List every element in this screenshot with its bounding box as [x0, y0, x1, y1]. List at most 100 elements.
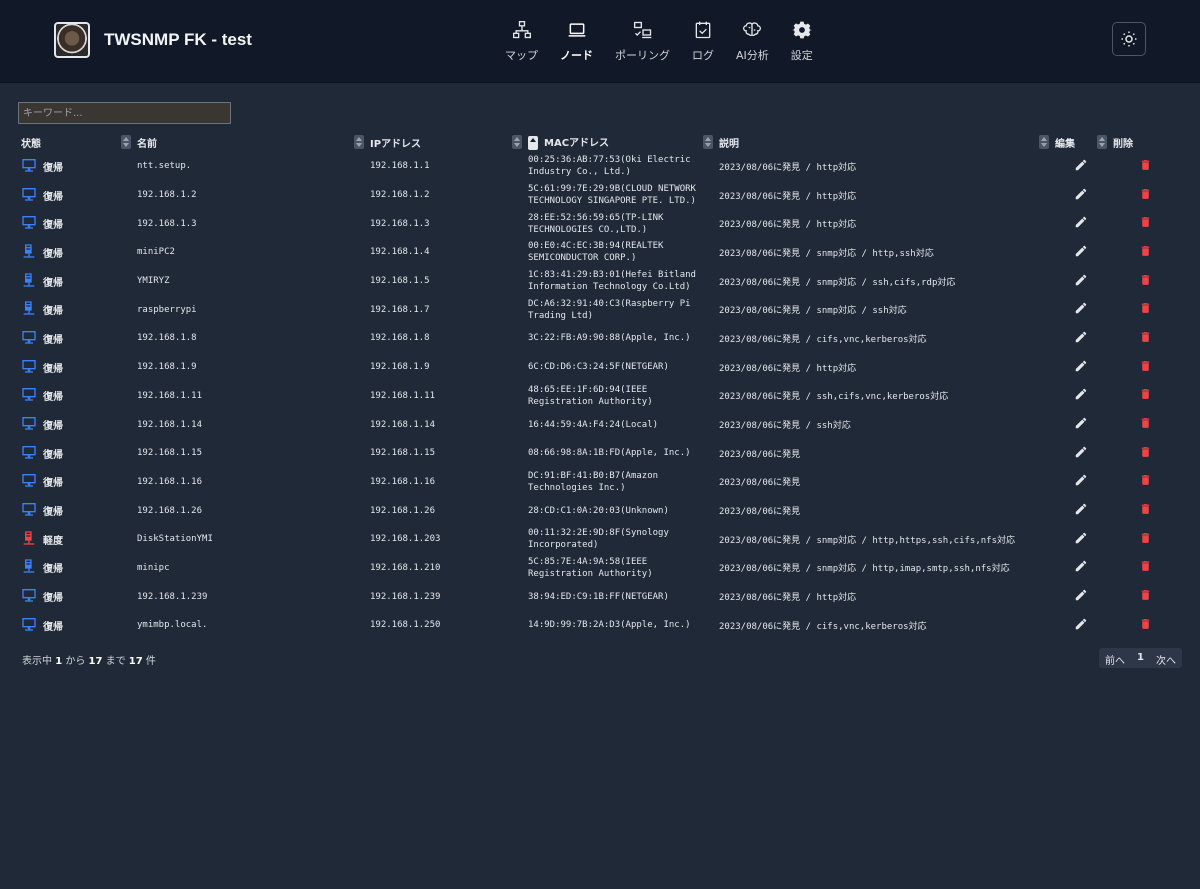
table-row[interactable]: 復帰 192.168.1.9 192.168.1.9 6C:CD:D6:C3:24:5… [18, 353, 1180, 382]
col-header-descr[interactable]: 説明 [716, 132, 1052, 152]
table-row[interactable]: 復帰 192.168.1.15 192.168.1.15 08:66:98:8A:1B… [18, 439, 1180, 468]
desktop-icon [21, 386, 43, 405]
pencil-icon[interactable] [1074, 475, 1088, 490]
cell-name: 192.168.1.9 [137, 362, 197, 373]
sort-icon[interactable] [512, 135, 522, 149]
pencil-icon[interactable] [1074, 188, 1088, 204]
col-header-state[interactable]: 状態 [18, 132, 134, 152]
col-header-edit[interactable]: 編集 [1052, 132, 1110, 152]
next-page-button[interactable]: 次へ [1150, 648, 1182, 668]
pencil-icon[interactable] [1074, 360, 1088, 376]
pencil-icon[interactable] [1074, 159, 1088, 175]
table-row[interactable]: 復帰 192.168.1.14 192.168.1.14 16:44:59:4A:F4… [18, 410, 1180, 439]
nav-item-settings[interactable]: 設定 [791, 20, 813, 63]
nav-item-log[interactable]: ログ [692, 20, 714, 63]
state-label: 復帰 [43, 277, 63, 289]
cell-delete [1110, 324, 1180, 353]
trash-icon[interactable] [1139, 561, 1152, 576]
theme-toggle-button[interactable] [1112, 22, 1146, 56]
desktop-icon [21, 444, 43, 463]
pencil-icon[interactable] [1074, 417, 1088, 433]
prev-page-button[interactable]: 前へ [1099, 648, 1131, 668]
table-row[interactable]: 復帰 192.168.1.239 192.168.1.239 38:94:ED:C9:… [18, 582, 1180, 611]
trash-icon[interactable] [1139, 446, 1152, 462]
pencil-icon[interactable] [1074, 216, 1088, 232]
trash-icon[interactable] [1139, 217, 1152, 232]
trash-icon[interactable] [1139, 389, 1152, 404]
pencil-icon[interactable] [1074, 618, 1088, 634]
col-header-delete[interactable]: 削除 [1110, 132, 1180, 152]
col-header-ip[interactable]: IPアドレス [367, 132, 525, 152]
sort-asc-icon[interactable] [528, 136, 538, 150]
table-row[interactable]: 復帰 ntt.setup. 192.168.1.1 00:25:36:AB:77:53… [18, 152, 1180, 181]
info-prefix: 表示中 [22, 656, 56, 667]
table-row[interactable]: 復帰 192.168.1.26 192.168.1.26 28:CD:C1:0A:20… [18, 496, 1180, 525]
pencil-icon[interactable] [1074, 446, 1088, 462]
table-row[interactable]: 復帰 minipc 192.168.1.210 5C:85:7E:4A:9A:58(I… [18, 554, 1180, 583]
trash-icon[interactable] [1139, 475, 1152, 490]
state-label: 復帰 [43, 478, 63, 490]
col-header-mac[interactable]: MACアドレス [525, 132, 716, 152]
trash-icon[interactable] [1139, 418, 1152, 433]
trash-icon[interactable] [1139, 532, 1152, 548]
trash-icon[interactable] [1139, 618, 1152, 634]
table-row[interactable]: 復帰 ymimbp.local. 192.168.1.250 14:9D:99:7B:… [18, 611, 1180, 640]
sort-icon[interactable] [703, 135, 713, 149]
trash-icon[interactable] [1139, 159, 1152, 175]
nav-label: ポーリング [615, 49, 670, 62]
pencil-icon[interactable] [1074, 303, 1088, 318]
table-row[interactable]: 復帰 192.168.1.3 192.168.1.3 28:EE:52:56:59:6… [18, 209, 1180, 238]
cell-ip: 192.168.1.2 [370, 190, 430, 201]
trash-icon[interactable] [1139, 360, 1152, 376]
nav-item-ai[interactable]: AI分析 [736, 20, 769, 63]
col-header-label: 削除 [1113, 138, 1133, 150]
pencil-icon[interactable] [1074, 503, 1088, 519]
table-row[interactable]: 復帰 miniPC2 192.168.1.4 00:E0:4C:EC:3B:94(RE… [18, 238, 1180, 267]
pencil-icon[interactable] [1074, 245, 1088, 261]
trash-icon[interactable] [1139, 332, 1152, 347]
cell-edit [1052, 439, 1110, 468]
pencil-icon[interactable] [1074, 331, 1088, 347]
cell-state: 復帰 [18, 439, 134, 468]
trash-icon[interactable] [1139, 590, 1152, 605]
trash-icon[interactable] [1139, 246, 1152, 261]
table-row[interactable]: 復帰 192.168.1.2 192.168.1.2 5C:61:99:7E:29:9… [18, 181, 1180, 210]
pencil-icon[interactable] [1074, 561, 1088, 576]
pencil-icon[interactable] [1074, 532, 1088, 548]
cell-mac: 16:44:59:4A:F4:24(Local) [528, 419, 659, 430]
table-row[interactable]: 復帰 192.168.1.16 192.168.1.16 DC:91:BF:41:B0… [18, 468, 1180, 497]
col-header-label: IPアドレス [370, 138, 422, 150]
pencil-icon[interactable] [1074, 589, 1088, 605]
desktop-icon [21, 587, 43, 606]
pencil-icon[interactable] [1074, 274, 1088, 290]
table-row[interactable]: 復帰 192.168.1.8 192.168.1.8 3C:22:FB:A9:90:8… [18, 324, 1180, 353]
desktop-icon [21, 329, 43, 348]
sort-icon[interactable] [1039, 135, 1049, 149]
desktop-icon [21, 157, 43, 176]
nav-item-node[interactable]: ノード [560, 20, 593, 63]
trash-icon[interactable] [1139, 188, 1152, 204]
trash-icon[interactable] [1139, 303, 1152, 318]
state-label: 軽度 [43, 535, 63, 547]
laptop-icon [567, 20, 587, 44]
trash-icon[interactable] [1139, 504, 1152, 519]
table-row[interactable]: 復帰 raspberrypi 192.168.1.7 DC:A6:32:91:40:C… [18, 295, 1180, 324]
table-row[interactable]: 軽度 DiskStationYMI 192.168.1.203 00:11:32:2E… [18, 525, 1180, 554]
cell-delete [1110, 525, 1180, 554]
nav-item-polling[interactable]: ポーリング [615, 20, 670, 63]
desktop-icon [21, 501, 43, 520]
sort-icon[interactable] [354, 135, 364, 149]
pencil-icon[interactable] [1074, 389, 1088, 404]
current-page-button[interactable]: 1 [1131, 648, 1150, 668]
sort-icon[interactable] [1097, 135, 1107, 149]
cell-mac: DC:A6:32:91:40:C3(Raspberry Pi Trading L… [528, 298, 691, 321]
table-row[interactable]: 復帰 192.168.1.11 192.168.1.11 48:65:EE:1F:6D… [18, 382, 1180, 411]
trash-icon[interactable] [1139, 274, 1152, 290]
nav-item-map[interactable]: マップ [505, 20, 538, 63]
app-logo [54, 22, 90, 58]
table-row[interactable]: 復帰 YMIRYZ 192.168.1.5 1C:83:41:29:B3:01(Hef… [18, 267, 1180, 296]
sort-icon[interactable] [121, 135, 131, 149]
col-header-name[interactable]: 名前 [134, 132, 367, 152]
search-input[interactable] [18, 102, 231, 124]
col-header-label: 状態 [21, 138, 41, 150]
